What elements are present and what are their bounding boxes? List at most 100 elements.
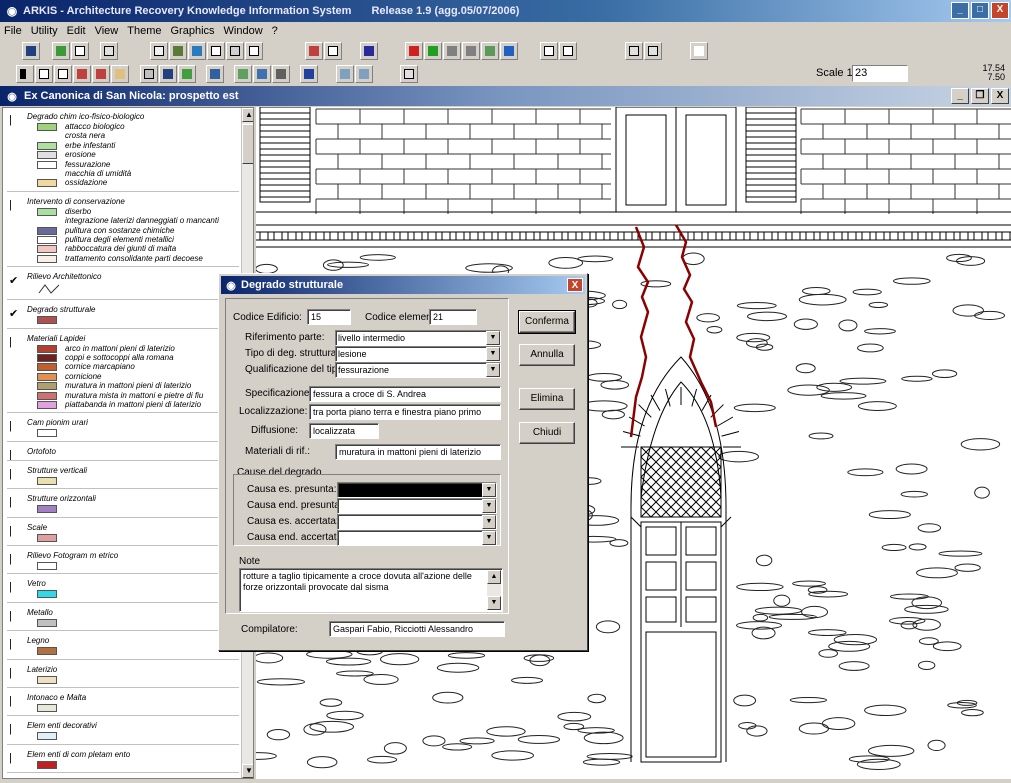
chevron-down-icon[interactable]: ▼ bbox=[482, 499, 496, 513]
compilatore-field[interactable]: Gaspari Fabio, Ricciotti Alessandro bbox=[329, 621, 505, 637]
table-icon[interactable] bbox=[245, 42, 263, 60]
green-tool-icon[interactable] bbox=[424, 42, 442, 60]
layer-unchecked-icon[interactable]: | bbox=[9, 723, 21, 735]
elimina-button[interactable]: Elimina bbox=[519, 388, 575, 410]
report-icon[interactable] bbox=[226, 42, 244, 60]
scroll-thumb[interactable] bbox=[242, 124, 253, 164]
chevron-down-icon[interactable]: ▼ bbox=[482, 531, 496, 545]
specificazione-field[interactable]: fessura a croce di S. Andrea bbox=[309, 386, 501, 402]
note-textarea[interactable]: rotture a taglio tipicamente a croce dov… bbox=[239, 568, 503, 612]
layer-unchecked-icon[interactable]: | bbox=[9, 114, 21, 126]
back-icon[interactable] bbox=[500, 42, 518, 60]
layer-unchecked-icon[interactable]: | bbox=[9, 638, 21, 650]
menu-window[interactable]: Window bbox=[224, 25, 263, 37]
codice-elemento-field[interactable]: 21 bbox=[429, 309, 477, 325]
menu-graphics[interactable]: Graphics bbox=[171, 25, 215, 37]
copy-icon[interactable] bbox=[625, 42, 643, 60]
menu-file[interactable]: File bbox=[4, 25, 22, 37]
edit2-icon[interactable] bbox=[462, 42, 480, 60]
zoom-out-icon[interactable] bbox=[92, 65, 110, 83]
chevron-down-icon[interactable]: ▼ bbox=[486, 347, 500, 361]
properties-icon[interactable] bbox=[100, 42, 118, 60]
close-button[interactable]: X bbox=[991, 2, 1009, 19]
window2-icon[interactable] bbox=[559, 42, 577, 60]
map-icon[interactable] bbox=[481, 42, 499, 60]
layer-unchecked-icon[interactable]: | bbox=[9, 752, 21, 764]
zoom-in-icon[interactable] bbox=[35, 65, 53, 83]
grid-icon[interactable] bbox=[206, 65, 224, 83]
tipo-select[interactable]: lesione ▼ bbox=[335, 346, 501, 362]
red-tool-icon[interactable] bbox=[405, 42, 423, 60]
check-icon[interactable] bbox=[305, 42, 323, 60]
menu-edit[interactable]: Edit bbox=[67, 25, 86, 37]
document-icon[interactable] bbox=[207, 42, 225, 60]
delete-icon[interactable] bbox=[71, 42, 89, 60]
layer-unchecked-icon[interactable]: | bbox=[9, 695, 21, 707]
note-scrollbar[interactable]: ▲ ▼ bbox=[487, 570, 501, 610]
info-icon[interactable] bbox=[159, 65, 177, 83]
layout2-icon[interactable] bbox=[355, 65, 373, 83]
scroll-down-icon[interactable]: ▼ bbox=[487, 596, 501, 610]
edit-icon[interactable] bbox=[443, 42, 461, 60]
paste-icon[interactable] bbox=[644, 42, 662, 60]
localizzazione-field[interactable]: tra porta piano terra e finestra piano p… bbox=[309, 404, 501, 420]
child-minimize-button[interactable]: _ bbox=[951, 88, 969, 104]
dialog-close-button[interactable]: X bbox=[567, 278, 583, 292]
chevron-down-icon[interactable]: ▼ bbox=[482, 483, 496, 497]
layer-unchecked-icon[interactable]: | bbox=[9, 468, 21, 480]
diffusione-field[interactable]: localizzata bbox=[309, 423, 379, 439]
codice-edificio-field[interactable]: 15 bbox=[307, 309, 351, 325]
menu-utility[interactable]: Utility bbox=[31, 25, 58, 37]
qualificazione-select[interactable]: fessurazione ▼ bbox=[335, 362, 501, 378]
scale-input[interactable]: 23 bbox=[852, 65, 908, 82]
image-icon[interactable] bbox=[234, 65, 252, 83]
child-close-button[interactable]: X bbox=[991, 88, 1009, 104]
export-icon[interactable] bbox=[300, 65, 318, 83]
photo-icon[interactable] bbox=[169, 42, 187, 60]
causa-end-accertata-select[interactable]: ▼ bbox=[337, 530, 497, 546]
globe-icon[interactable] bbox=[188, 42, 206, 60]
maximize-button[interactable]: □ bbox=[971, 2, 989, 19]
pan-icon[interactable] bbox=[111, 65, 129, 83]
uncheck-icon[interactable] bbox=[324, 42, 342, 60]
image2-icon[interactable] bbox=[253, 65, 271, 83]
zoom-window-icon[interactable] bbox=[54, 65, 72, 83]
window-icon[interactable] bbox=[540, 42, 558, 60]
causa-es-presunta-select[interactable]: ▼ bbox=[337, 482, 497, 498]
layer-unchecked-icon[interactable]: | bbox=[9, 553, 21, 565]
layout-icon[interactable] bbox=[336, 65, 354, 83]
chevron-down-icon[interactable]: ▼ bbox=[486, 363, 500, 377]
pointer-icon[interactable] bbox=[16, 65, 34, 83]
layer-unchecked-icon[interactable]: | bbox=[9, 610, 21, 622]
layer-unchecked-icon[interactable]: | bbox=[9, 525, 21, 537]
riferimento-select[interactable]: livello intermedio ▼ bbox=[335, 330, 501, 346]
layer-icon[interactable] bbox=[360, 42, 378, 60]
layer-unchecked-icon[interactable]: | bbox=[9, 420, 21, 432]
layer-unchecked-icon[interactable]: | bbox=[9, 336, 21, 348]
child-restore-button[interactable]: ❐ bbox=[971, 88, 989, 104]
layer-unchecked-icon[interactable]: | bbox=[9, 496, 21, 508]
layer-unchecked-icon[interactable]: | bbox=[9, 581, 21, 593]
menu-help[interactable]: ? bbox=[272, 25, 278, 37]
conferma-button[interactable]: Conferma bbox=[518, 310, 576, 334]
print-icon[interactable] bbox=[140, 65, 158, 83]
scroll-up-icon[interactable]: ▲ bbox=[242, 108, 253, 122]
save-icon[interactable] bbox=[22, 42, 40, 60]
layer-checked-icon[interactable]: ✔ bbox=[9, 307, 21, 320]
chevron-down-icon[interactable]: ▼ bbox=[482, 515, 496, 529]
add-icon[interactable] bbox=[52, 42, 70, 60]
pencil-icon[interactable] bbox=[178, 65, 196, 83]
chevron-down-icon[interactable]: ▼ bbox=[486, 331, 500, 345]
scroll-down-icon[interactable]: ▼ bbox=[242, 764, 253, 778]
menu-view[interactable]: View bbox=[95, 25, 119, 37]
materiali-field[interactable]: muratura in mattoni pieni di laterizio bbox=[335, 444, 501, 460]
zoom-area-icon[interactable] bbox=[73, 65, 91, 83]
chiudi-button[interactable]: Chiudi bbox=[519, 422, 575, 444]
causa-es-accertata-select[interactable]: ▼ bbox=[337, 514, 497, 530]
annulla-button[interactable]: Annulla bbox=[519, 344, 575, 366]
layer-unchecked-icon[interactable]: | bbox=[9, 667, 21, 679]
layer-checked-icon[interactable]: ✔ bbox=[9, 274, 21, 287]
layer-unchecked-icon[interactable]: | bbox=[9, 199, 21, 211]
minimize-button[interactable]: _ bbox=[951, 2, 969, 19]
help-icon[interactable] bbox=[690, 42, 708, 60]
